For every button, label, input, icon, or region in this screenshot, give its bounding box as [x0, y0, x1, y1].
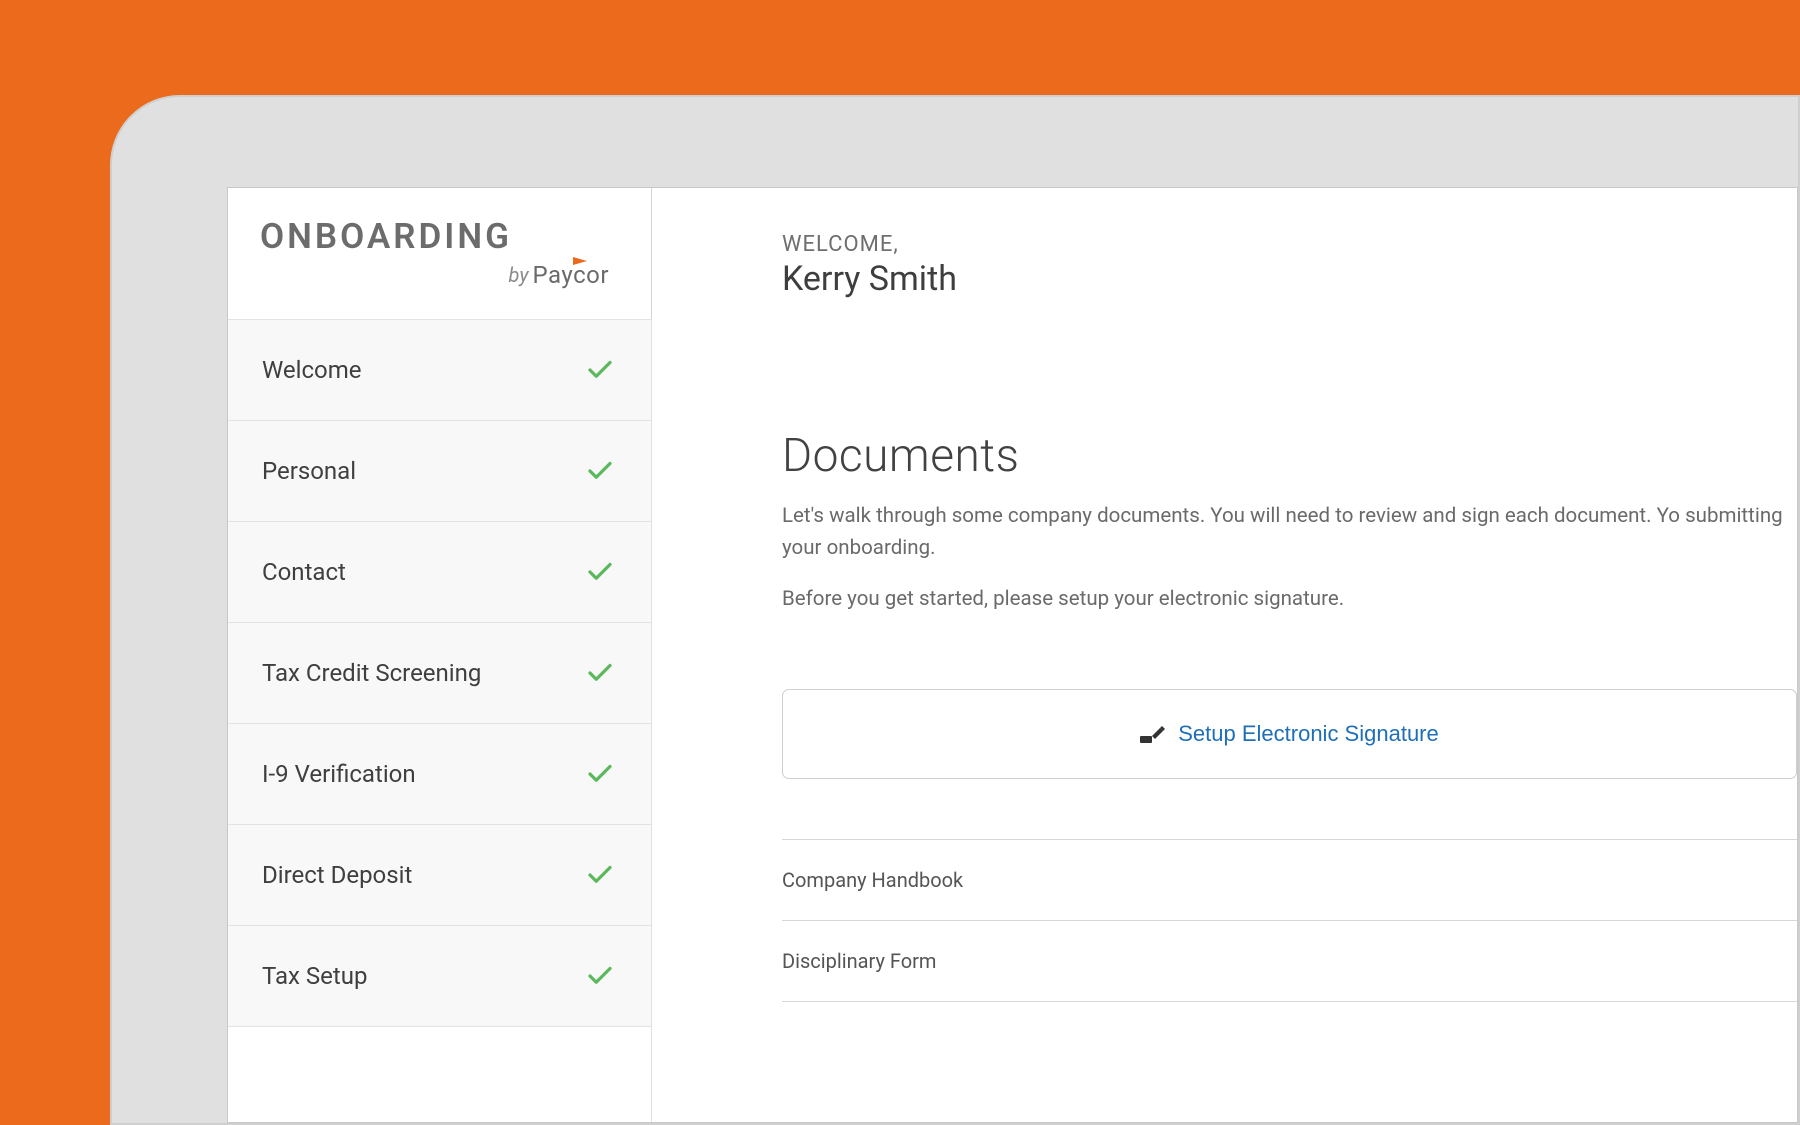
- brand-company-text: Paycor: [533, 261, 609, 289]
- sidebar-item-i9-verification[interactable]: I-9 Verification: [228, 724, 651, 825]
- main-content: WELCOME, Kerry Smith Documents Let's wal…: [652, 188, 1797, 1122]
- brand-subtitle: by Paycor: [256, 261, 623, 289]
- sidebar-item-personal[interactable]: Personal: [228, 421, 651, 522]
- page-intro-2: Before you get started, please setup you…: [782, 587, 1797, 611]
- app-root: ONBOARDING by Paycor Welcome: [228, 188, 1797, 1122]
- check-icon: [585, 658, 615, 688]
- sidebar-item-direct-deposit[interactable]: Direct Deposit: [228, 825, 651, 926]
- sidebar-item-label: Tax Setup: [262, 962, 367, 990]
- page-intro-1: Let's walk through some company document…: [782, 501, 1797, 565]
- sidebar-nav: Welcome Personal Contact Tax Credit Scre…: [228, 320, 651, 1027]
- document-item-disciplinary-form[interactable]: Disciplinary Form: [782, 921, 1797, 1002]
- document-name: Company Handbook: [782, 868, 963, 892]
- sidebar: ONBOARDING by Paycor Welcome: [228, 188, 652, 1122]
- paycor-arrow-icon: [573, 255, 593, 267]
- check-icon: [585, 860, 615, 890]
- signature-button-label: Setup Electronic Signature: [1178, 721, 1439, 747]
- welcome-label: WELCOME,: [782, 232, 1797, 257]
- brand-company: Paycor: [533, 261, 609, 289]
- check-icon: [585, 759, 615, 789]
- sidebar-item-label: Contact: [262, 558, 346, 586]
- document-name: Disciplinary Form: [782, 949, 936, 973]
- app-viewport: ONBOARDING by Paycor Welcome: [227, 187, 1798, 1123]
- check-icon: [585, 557, 615, 587]
- sidebar-item-label: Tax Credit Screening: [262, 659, 481, 687]
- signature-icon: [1140, 724, 1166, 744]
- user-name: Kerry Smith: [782, 259, 1797, 299]
- sidebar-item-label: I-9 Verification: [262, 760, 416, 788]
- sidebar-item-welcome[interactable]: Welcome: [228, 320, 651, 421]
- sidebar-item-tax-credit-screening[interactable]: Tax Credit Screening: [228, 623, 651, 724]
- sidebar-header: ONBOARDING by Paycor: [228, 188, 651, 320]
- device-frame: ONBOARDING by Paycor Welcome: [110, 95, 1800, 1125]
- brand-by-label: by: [509, 263, 529, 287]
- sidebar-item-tax-setup[interactable]: Tax Setup: [228, 926, 651, 1027]
- page-title: Documents: [782, 429, 1797, 483]
- signature-button-wrap: Setup Electronic Signature: [782, 689, 1797, 779]
- sidebar-item-label: Welcome: [262, 356, 362, 384]
- check-icon: [585, 961, 615, 991]
- brand-title: ONBOARDING: [256, 216, 623, 257]
- check-icon: [585, 456, 615, 486]
- sidebar-item-label: Direct Deposit: [262, 861, 412, 889]
- sidebar-item-label: Personal: [262, 457, 356, 485]
- sidebar-item-contact[interactable]: Contact: [228, 522, 651, 623]
- document-list: Company Handbook Disciplinary Form: [782, 839, 1797, 1002]
- document-item-company-handbook[interactable]: Company Handbook: [782, 840, 1797, 921]
- check-icon: [585, 355, 615, 385]
- setup-electronic-signature-button[interactable]: Setup Electronic Signature: [782, 689, 1797, 779]
